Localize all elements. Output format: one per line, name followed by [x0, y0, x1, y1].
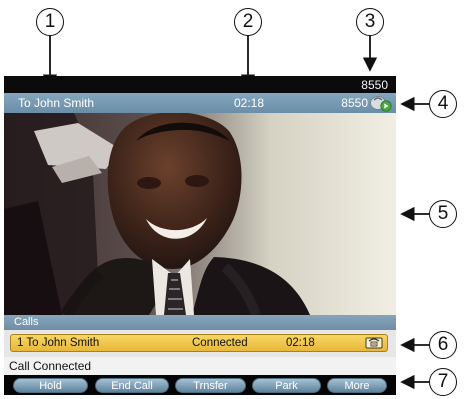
- call-party: 1 To John Smith: [17, 337, 100, 349]
- calls-list: 1 To John Smith Connected 02:18: [4, 330, 396, 357]
- hold-button[interactable]: Hold: [13, 378, 88, 393]
- call-state: Connected: [192, 337, 248, 349]
- transfer-button[interactable]: Trnsfer: [175, 378, 246, 393]
- call-timer: 02:18: [234, 96, 265, 110]
- callout-3: 3: [356, 8, 384, 36]
- active-call-row[interactable]: 1 To John Smith Connected 02:18: [10, 334, 388, 352]
- call-duration: 02:18: [286, 337, 315, 349]
- calls-section-header: Calls: [4, 315, 396, 330]
- softkey-bar: Hold End Call Trnsfer Park More: [4, 375, 396, 395]
- callout-4: 4: [429, 90, 457, 118]
- video-person-image: [4, 113, 396, 315]
- phone-screen: 8550 To John Smith 02:18 8550 Calls 1 To…: [4, 76, 396, 395]
- end-call-button[interactable]: End Call: [95, 378, 169, 393]
- top-status-strip: 8550: [4, 76, 396, 93]
- calls-section-label: Calls: [14, 316, 39, 328]
- park-button[interactable]: Park: [252, 378, 321, 393]
- phone-icon: [365, 337, 383, 349]
- header-extension-number: 8550: [341, 96, 368, 110]
- video-feed: [4, 113, 396, 315]
- calling-party-label: To John Smith: [18, 96, 95, 110]
- callout-5: 5: [429, 200, 457, 228]
- callout-2: 2: [234, 8, 262, 36]
- callout-7: 7: [429, 368, 457, 396]
- call-status-bar: Call Connected: [4, 357, 396, 375]
- call-status-message: Call Connected: [9, 359, 92, 373]
- callout-1: 1: [36, 8, 64, 36]
- more-button[interactable]: More: [327, 378, 387, 393]
- top-extension-number: 8550: [361, 78, 388, 92]
- call-header-bar: To John Smith 02:18 8550: [4, 93, 396, 113]
- video-call-icon: [370, 96, 392, 112]
- callout-6: 6: [429, 331, 457, 359]
